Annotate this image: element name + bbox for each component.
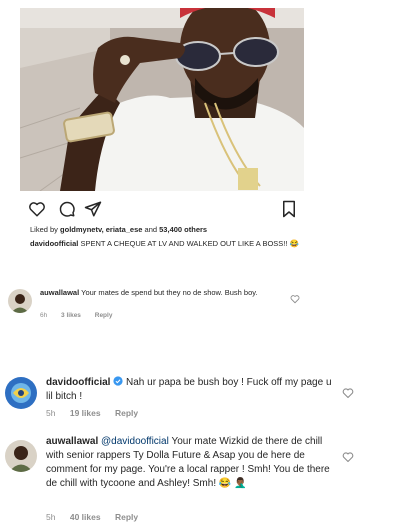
mention-link[interactable]: @davidoofficial: [101, 436, 169, 447]
reply-button[interactable]: Reply: [115, 408, 138, 418]
comment-icon[interactable]: [58, 200, 76, 218]
comment-item: davidoofficial Nah ur papa be bush boy !…: [0, 373, 406, 423]
heart-icon[interactable]: [342, 451, 354, 463]
post-photo[interactable]: [20, 8, 304, 191]
and-label: and: [144, 225, 158, 234]
bookmark-icon[interactable]: [280, 200, 298, 218]
post-actions-bar: [28, 200, 298, 218]
caption-text: SPENT A CHEQUE AT LV AND WALKED OUT LIKE…: [80, 239, 299, 248]
reply-button[interactable]: Reply: [95, 312, 113, 319]
caption-username[interactable]: davidoofficial: [30, 239, 78, 248]
reply-button[interactable]: Reply: [115, 512, 138, 522]
comment-likes[interactable]: 3 likes: [61, 312, 81, 319]
avatar[interactable]: [5, 440, 37, 472]
comment-username[interactable]: auwallawal: [46, 436, 98, 447]
liked-users[interactable]: goldmynetv, eriata_ese: [60, 225, 142, 234]
others-count[interactable]: 53,400 others: [159, 225, 207, 234]
comment-text: Your mates de spend but they no de show.…: [81, 288, 258, 297]
comment-time: 5h: [46, 408, 56, 418]
likes-summary[interactable]: Liked by goldmynetv, eriata_ese and 53,4…: [30, 225, 207, 234]
share-icon[interactable]: [84, 200, 102, 218]
comment-username[interactable]: auwallawal: [40, 288, 79, 297]
comment-likes[interactable]: 19 likes: [70, 408, 101, 418]
liked-by-label: Liked by: [30, 225, 58, 234]
comment-time: 5h: [46, 512, 56, 522]
heart-icon[interactable]: [28, 200, 46, 218]
verified-icon: [113, 376, 123, 386]
avatar[interactable]: [8, 289, 32, 313]
comment-meta: 5h 40 likes Reply: [46, 512, 150, 522]
comment-item: auwallawal @davidoofficial Your mate Wiz…: [0, 435, 406, 524]
heart-icon[interactable]: [290, 294, 300, 304]
comment-meta: 5h 19 likes Reply: [46, 408, 150, 418]
comment-time: 6h: [40, 312, 48, 319]
comment-likes[interactable]: 40 likes: [70, 512, 101, 522]
comment-meta: 6h 3 likes Reply: [40, 312, 124, 319]
post-caption: davidoofficial SPENT A CHEQUE AT LV AND …: [30, 238, 300, 249]
heart-icon[interactable]: [342, 387, 354, 399]
comment-username[interactable]: davidoofficial: [46, 377, 110, 388]
avatar[interactable]: [5, 377, 37, 409]
comment-item: auwallawal Your mates de spend but they …: [0, 285, 406, 325]
